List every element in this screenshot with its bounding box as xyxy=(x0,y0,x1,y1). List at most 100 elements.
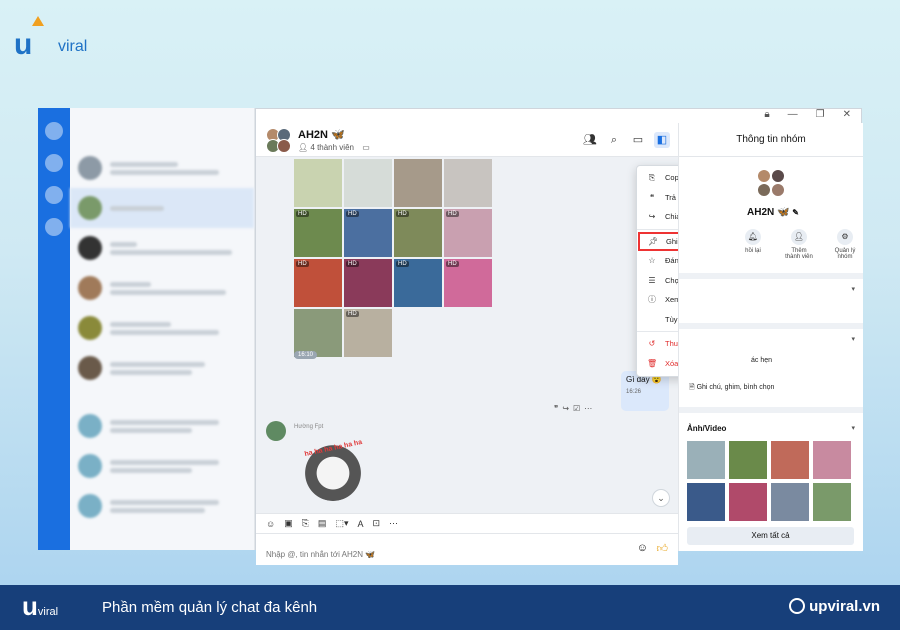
my-message-bubble[interactable]: Gì đây 😮 16:26 xyxy=(621,371,669,411)
list-item[interactable] xyxy=(70,406,254,446)
add-member-icon[interactable]: 👥︎ xyxy=(582,132,598,148)
list-item-selected[interactable] xyxy=(70,188,254,228)
photo[interactable]: HD xyxy=(294,209,342,257)
video-call-icon[interactable]: ▭ xyxy=(630,132,646,148)
logo-u: u xyxy=(14,28,32,61)
list-item[interactable] xyxy=(70,148,254,188)
media-thumb[interactable] xyxy=(729,483,767,521)
scroll-down-button[interactable]: ⌄ xyxy=(652,489,670,507)
thumbs-up-icon[interactable]: 👍︎ xyxy=(657,542,669,555)
maximize-icon[interactable]: ❐ xyxy=(816,109,825,123)
media-thumb[interactable] xyxy=(813,483,851,521)
photo[interactable] xyxy=(294,309,342,357)
photo[interactable] xyxy=(444,159,492,207)
reminder-row[interactable]: ác hẹn xyxy=(751,357,772,364)
chat-pane: AH2N 🦋 👤︎ 4 thành viên ▭ 👥︎ ⌕ ▭ ◧ HD HD … xyxy=(256,123,678,565)
profile-avatar[interactable] xyxy=(45,122,63,140)
photo[interactable]: HD xyxy=(344,209,392,257)
checklist-icon[interactable]: ☑ xyxy=(573,404,580,413)
media-thumb[interactable] xyxy=(687,483,725,521)
list-item[interactable] xyxy=(70,446,254,486)
more-icon[interactable]: ⋯ xyxy=(389,518,398,529)
media-thumb[interactable] xyxy=(813,441,851,479)
list-item[interactable] xyxy=(70,308,254,348)
photo[interactable] xyxy=(294,159,342,207)
attach-icon[interactable]: ⎘ xyxy=(302,518,309,529)
chevron-down-icon[interactable]: ▾ xyxy=(851,424,855,432)
bell-icon: 🔔︎ xyxy=(745,229,761,245)
contact-card-icon[interactable]: ▤ xyxy=(318,518,327,529)
quick-message-icon[interactable]: ⊡ xyxy=(372,518,380,529)
gear-icon: ⚙ xyxy=(837,229,853,245)
media-thumb[interactable] xyxy=(729,441,767,479)
section-divider xyxy=(679,323,863,329)
quote-icon[interactable]: ❞ xyxy=(554,404,558,413)
chevron-down-icon[interactable]: ▾ xyxy=(851,285,855,293)
photo[interactable]: HD xyxy=(344,259,392,307)
media-grid xyxy=(687,441,851,521)
minimize-icon[interactable]: — xyxy=(788,109,798,123)
list-item[interactable] xyxy=(70,228,254,268)
search-icon[interactable]: ⌕ xyxy=(606,132,622,148)
chevron-down-icon[interactable]: ▾ xyxy=(851,335,855,343)
hd-badge: HD xyxy=(446,211,459,217)
info-group-name-text: AH2N 🦋 xyxy=(747,207,790,218)
screenshot-icon[interactable]: ⬚▾ xyxy=(335,518,348,529)
media-thumb[interactable] xyxy=(687,441,725,479)
globe-icon xyxy=(789,598,806,614)
photo[interactable]: HD xyxy=(294,259,342,307)
media-thumb[interactable] xyxy=(771,441,809,479)
info-action-add-member[interactable]: 👤︎ Thêm thành viên xyxy=(785,229,813,260)
photo[interactable]: HD xyxy=(394,259,442,307)
forward-icon[interactable]: ↪ xyxy=(562,404,569,413)
sticker-icon[interactable]: ☺ xyxy=(266,519,275,529)
notes-row[interactable]: 🗎︎ Ghi chú, ghim, bình chọn xyxy=(689,383,774,394)
member-count[interactable]: 👤︎ 4 thành viên ▭ xyxy=(298,143,370,152)
hd-badge: HD xyxy=(346,261,359,267)
logo-u: u xyxy=(22,591,38,621)
photo[interactable]: HD xyxy=(394,209,442,257)
contacts-nav-icon[interactable] xyxy=(45,186,63,204)
header-actions: 👥︎ ⌕ ▭ ◧ xyxy=(582,132,670,148)
format-icon[interactable]: A xyxy=(357,519,363,529)
close-icon[interactable]: ✕ xyxy=(843,109,851,123)
lock-icon[interactable]: 🔒︎ xyxy=(764,109,769,123)
message-input[interactable] xyxy=(266,550,606,559)
more-icon[interactable]: ⋯ xyxy=(584,404,592,413)
photo[interactable]: HD xyxy=(444,259,492,307)
list-item[interactable] xyxy=(70,486,254,526)
photo[interactable] xyxy=(394,159,442,207)
info-icon: ⓘ xyxy=(648,295,656,305)
list-item[interactable] xyxy=(70,268,254,308)
see-all-button[interactable]: Xem tất cả xyxy=(687,527,854,545)
info-action-mute[interactable]: 🔔︎ hồi lại xyxy=(739,229,767,260)
photo[interactable]: HD xyxy=(444,209,492,257)
photo[interactable] xyxy=(344,159,392,207)
group-avatar-large[interactable] xyxy=(757,169,787,199)
share-icon: ↪ xyxy=(648,212,656,222)
info-panel-toggle-icon[interactable]: ◧ xyxy=(654,132,670,148)
edit-icon[interactable]: ✎ xyxy=(792,208,799,217)
add-user-icon: 👤︎ xyxy=(791,229,807,245)
chat-nav-icon[interactable] xyxy=(45,154,63,172)
info-action-manage-group[interactable]: ⚙ Quản lý nhóm xyxy=(831,229,859,260)
media-section-title: Ảnh/Video xyxy=(687,424,727,433)
nav-rail xyxy=(38,108,70,550)
trash-icon: 🗑︎ xyxy=(647,358,658,368)
group-name[interactable]: AH2N 🦋 xyxy=(298,128,345,141)
group-avatar[interactable] xyxy=(266,128,292,154)
todo-nav-icon[interactable] xyxy=(45,218,63,236)
photo[interactable]: HD xyxy=(344,309,392,357)
list-item[interactable] xyxy=(70,348,254,388)
website: upviral.vn xyxy=(789,598,880,615)
emoji-icon[interactable]: ☺ xyxy=(637,542,648,554)
tag-icon[interactable]: ▭ xyxy=(362,143,370,152)
notes-row-text: Ghi chú, ghim, bình chọn xyxy=(696,384,775,391)
tagline: Phần mềm quản lý chat đa kênh xyxy=(102,599,318,616)
image-icon[interactable]: ▣ xyxy=(284,518,293,529)
pin-icon: 📌︎ xyxy=(648,236,659,246)
list-icon: ☰ xyxy=(648,275,656,285)
sender-avatar[interactable] xyxy=(266,421,286,441)
media-thumb[interactable] xyxy=(771,483,809,521)
action-label: Thêm thành viên xyxy=(785,248,813,260)
